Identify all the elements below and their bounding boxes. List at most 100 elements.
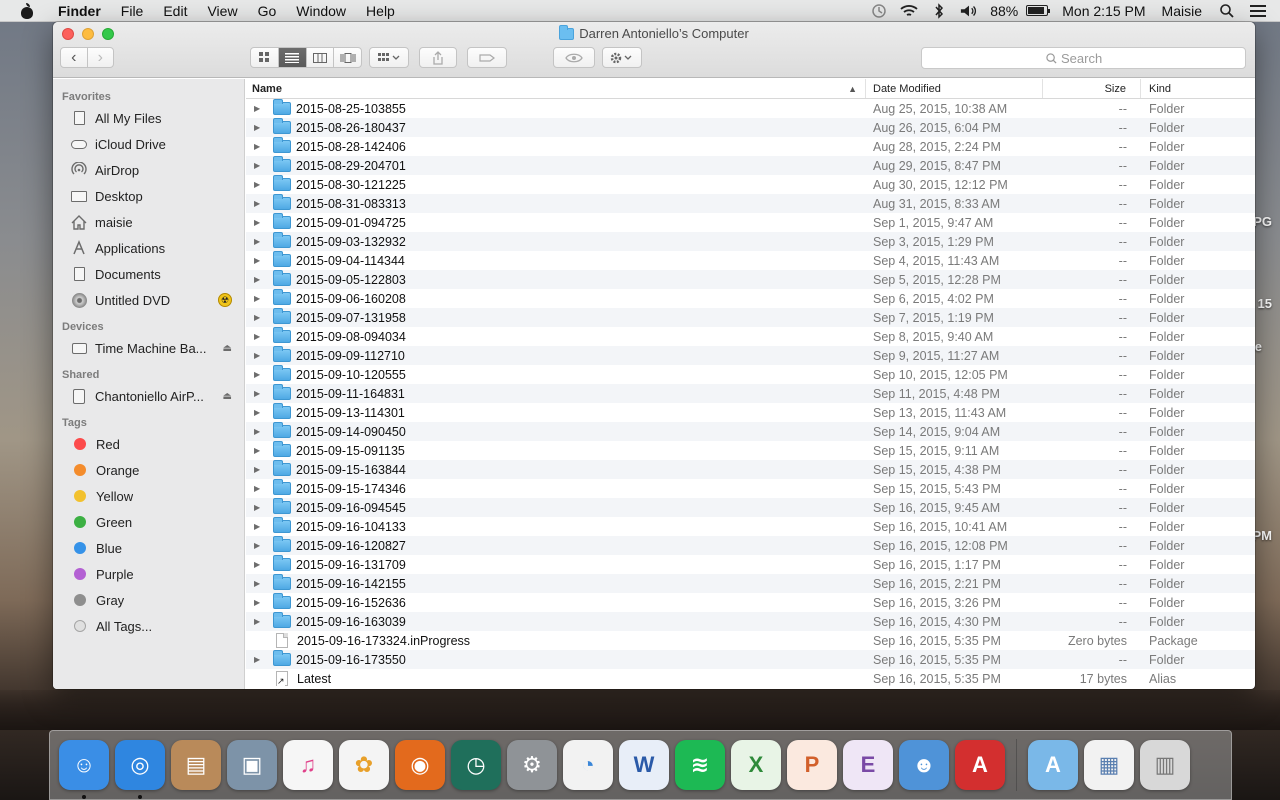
safari-icon[interactable]: ◎ <box>115 740 165 799</box>
menu-go[interactable]: Go <box>248 3 287 19</box>
clock[interactable]: Mon 2:15 PM <box>1062 3 1145 19</box>
system-preferences-icon[interactable]: ⚙ <box>507 740 557 790</box>
disclosure-triangle-icon[interactable]: ▶ <box>254 655 266 664</box>
acrobat-icon[interactable]: A <box>955 740 1005 790</box>
sidebar-item-time-machine[interactable]: Time Machine Ba... ⏏ <box>53 335 244 361</box>
battery-percent[interactable]: 88% <box>990 3 1018 19</box>
table-row[interactable]: ▶ 2015-09-07-131958 Sep 7, 2015, 1:19 PM --… <box>246 308 1255 327</box>
disclosure-triangle-icon[interactable]: ▶ <box>254 598 266 607</box>
photos-icon[interactable]: ✿ <box>339 740 389 790</box>
itunes-icon[interactable]: ♫ <box>283 740 333 790</box>
notification-center-icon[interactable] <box>1250 4 1266 17</box>
table-row[interactable]: ▶ 2015-09-11-164831 Sep 11, 2015, 4:48 PM -… <box>246 384 1255 403</box>
sidebar-tag-orange[interactable]: Orange <box>53 457 244 483</box>
eject-icon[interactable]: ⏏ <box>223 391 232 402</box>
table-row[interactable]: ▶ 2015-09-14-090450 Sep 14, 2015, 9:04 AM -… <box>246 422 1255 441</box>
column-header-name[interactable]: Name ▲ <box>246 79 866 98</box>
sidebar-all-tags[interactable]: All Tags... <box>53 613 244 639</box>
menu-app-finder[interactable]: Finder <box>48 3 111 19</box>
disclosure-triangle-icon[interactable]: ▶ <box>254 332 266 341</box>
messenger-icon[interactable]: ☻ <box>899 740 949 790</box>
disclosure-triangle-icon[interactable]: ▶ <box>254 313 266 322</box>
powerpoint-icon[interactable]: P <box>787 740 837 790</box>
table-row[interactable]: ▶ 2015-09-16-142155 Sep 16, 2015, 2:21 PM -… <box>246 574 1255 593</box>
table-row[interactable]: ▶ 2015-08-26-180437 Aug 26, 2015, 6:04 PM -… <box>246 118 1255 137</box>
user-name[interactable]: Maisie <box>1162 3 1202 19</box>
table-row[interactable]: ▶ 2015-09-16-131709 Sep 16, 2015, 1:17 PM -… <box>246 555 1255 574</box>
disclosure-triangle-icon[interactable]: ▶ <box>254 465 266 474</box>
table-row[interactable]: ▶ 2015-09-06-160208 Sep 6, 2015, 4:02 PM --… <box>246 289 1255 308</box>
disclosure-triangle-icon[interactable]: ▶ <box>254 237 266 246</box>
sidebar-tag-purple[interactable]: Purple <box>53 561 244 587</box>
menu-edit[interactable]: Edit <box>153 3 197 19</box>
sidebar-item-icloud-drive[interactable]: iCloud Drive <box>53 131 244 157</box>
column-header-size[interactable]: Size <box>1043 79 1141 98</box>
disclosure-triangle-icon[interactable]: ▶ <box>254 256 266 265</box>
table-row[interactable]: ▶ 2015-09-10-120555 Sep 10, 2015, 12:05 PM… <box>246 365 1255 384</box>
disclosure-triangle-icon[interactable]: ▶ <box>254 275 266 284</box>
sidebar-item-untitled-dvd[interactable]: Untitled DVD ☢ <box>53 287 244 313</box>
excel-icon[interactable]: X <box>731 740 781 790</box>
table-row[interactable]: ▶ 2015-09-16-104133 Sep 16, 2015, 10:41 AM… <box>246 517 1255 536</box>
table-row[interactable]: ▶ 2015-09-16-120827 Sep 16, 2015, 12:08 PM… <box>246 536 1255 555</box>
back-button[interactable]: ‹ <box>61 48 87 67</box>
disclosure-triangle-icon[interactable]: ▶ <box>254 294 266 303</box>
disclosure-triangle-icon[interactable]: ▶ <box>254 617 266 626</box>
table-row[interactable]: ▶ 2015-09-01-094725 Sep 1, 2015, 9:47 AM --… <box>246 213 1255 232</box>
disclosure-triangle-icon[interactable]: ▶ <box>254 142 266 151</box>
disclosure-triangle-icon[interactable]: ▶ <box>254 180 266 189</box>
table-row[interactable]: ▶ 2015-09-09-112710 Sep 9, 2015, 11:27 AM -… <box>246 346 1255 365</box>
quick-look-button[interactable] <box>553 47 595 68</box>
disclosure-triangle-icon[interactable]: ▶ <box>254 199 266 208</box>
table-row[interactable]: ▶ 2015-08-31-083313 Aug 31, 2015, 8:33 AM -… <box>246 194 1255 213</box>
disclosure-triangle-icon[interactable]: ▶ <box>254 427 266 436</box>
sidebar-tag-gray[interactable]: Gray <box>53 587 244 613</box>
disclosure-triangle-icon[interactable]: ▶ <box>254 503 266 512</box>
finder-icon[interactable]: ☺ <box>59 740 109 799</box>
eject-icon[interactable]: ⏏ <box>223 343 232 354</box>
spotify-icon[interactable]: ≋ <box>675 740 725 790</box>
sidebar-tag-green[interactable]: Green <box>53 509 244 535</box>
table-row[interactable]: ▶ 2015-09-16-163039 Sep 16, 2015, 4:30 PM -… <box>246 612 1255 631</box>
column-view-button[interactable] <box>305 48 334 67</box>
spotlight-search-icon[interactable] <box>1218 3 1236 19</box>
table-row[interactable]: ▶ 2015-09-16-152636 Sep 16, 2015, 3:26 PM -… <box>246 593 1255 612</box>
sidebar-item-all-my-files[interactable]: All My Files <box>53 105 244 131</box>
menu-file[interactable]: File <box>111 3 154 19</box>
column-header-date-modified[interactable]: Date Modified <box>866 79 1043 98</box>
disclosure-triangle-icon[interactable]: ▶ <box>254 123 266 132</box>
firefox-icon[interactable]: ◉ <box>395 740 445 790</box>
disclosure-triangle-icon[interactable]: ▶ <box>254 579 266 588</box>
sidebar-tag-yellow[interactable]: Yellow <box>53 483 244 509</box>
disclosure-triangle-icon[interactable]: ▶ <box>254 218 266 227</box>
search-field[interactable] <box>921 47 1246 69</box>
table-row[interactable]: ▶ 2015-09-08-094034 Sep 8, 2015, 9:40 AM --… <box>246 327 1255 346</box>
list-view-button[interactable] <box>277 48 306 67</box>
applications-folder-icon[interactable]: A <box>1028 740 1078 790</box>
table-row[interactable]: ▶ 2015-09-15-091135 Sep 15, 2015, 9:11 AM -… <box>246 441 1255 460</box>
arrange-button[interactable] <box>369 47 409 68</box>
menu-help[interactable]: Help <box>356 3 405 19</box>
table-row[interactable]: ▶ 2015-09-03-132932 Sep 3, 2015, 1:29 PM --… <box>246 232 1255 251</box>
sidebar-item-desktop[interactable]: Desktop <box>53 183 244 209</box>
disclosure-triangle-icon[interactable]: ▶ <box>254 522 266 531</box>
bluetooth-icon[interactable] <box>930 2 948 19</box>
image-capture-icon[interactable]: ▣ <box>227 740 277 790</box>
sidebar-tag-red[interactable]: Red <box>53 431 244 457</box>
disclosure-triangle-icon[interactable]: ▶ <box>254 370 266 379</box>
table-row[interactable]: ▶ 2015-09-15-174346 Sep 15, 2015, 5:43 PM -… <box>246 479 1255 498</box>
menu-window[interactable]: Window <box>286 3 356 19</box>
table-row[interactable]: ▶ 2015-09-16-173550 Sep 16, 2015, 5:35 PM -… <box>246 650 1255 669</box>
table-row[interactable]: ▶ 2015-09-04-114344 Sep 4, 2015, 11:43 AM -… <box>246 251 1255 270</box>
entourage-icon[interactable]: E <box>843 740 893 790</box>
word-icon[interactable]: W <box>619 740 669 790</box>
table-row[interactable]: ▶ 2015-08-29-204701 Aug 29, 2015, 8:47 PM -… <box>246 156 1255 175</box>
edit-tags-button[interactable] <box>467 47 507 68</box>
table-row[interactable]: ▶ 2015-09-15-163844 Sep 15, 2015, 4:38 PM -… <box>246 460 1255 479</box>
table-row[interactable]: Latest Sep 16, 2015, 5:35 PM 17 bytes Alias <box>246 669 1255 688</box>
disclosure-triangle-icon[interactable]: ▶ <box>254 351 266 360</box>
disclosure-triangle-icon[interactable]: ▶ <box>254 104 266 113</box>
table-row[interactable]: ▶ 2015-08-25-103855 Aug 25, 2015, 10:38 AM… <box>246 99 1255 118</box>
menu-view[interactable]: View <box>197 3 247 19</box>
sidebar-tag-blue[interactable]: Blue <box>53 535 244 561</box>
